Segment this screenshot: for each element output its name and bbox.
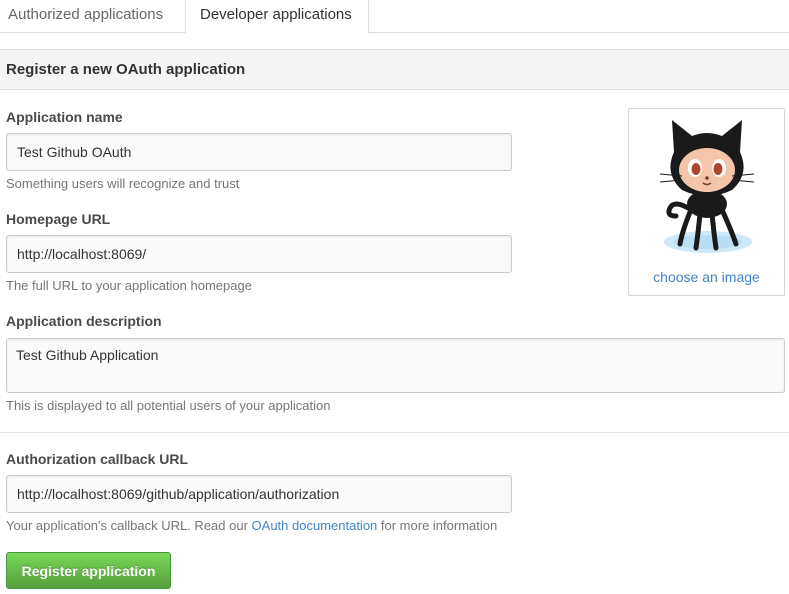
application-logo-box[interactable]: choose an image <box>628 108 785 296</box>
application-name-hint: Something users will recognize and trust <box>6 176 240 191</box>
section-divider <box>0 432 789 433</box>
application-description-label: Application description <box>6 313 162 329</box>
application-name-label: Application name <box>6 109 123 125</box>
homepage-url-label: Homepage URL <box>6 211 111 227</box>
panel-header: Register a new OAuth application <box>0 49 789 90</box>
callback-url-hint: Your application's callback URL. Read ou… <box>6 518 497 533</box>
callback-url-input[interactable] <box>6 475 512 513</box>
tab-authorized-applications[interactable]: Authorized applications <box>0 0 185 33</box>
application-description-hint: This is displayed to all potential users… <box>6 398 331 413</box>
panel-title: Register a new OAuth application <box>6 61 246 78</box>
oauth-documentation-link[interactable]: OAuth documentation <box>252 518 378 533</box>
homepage-url-hint: The full URL to your application homepag… <box>6 278 252 293</box>
application-name-input[interactable] <box>6 133 512 171</box>
callback-url-label: Authorization callback URL <box>6 451 189 467</box>
register-application-button[interactable]: Register application <box>6 552 171 589</box>
choose-image-link[interactable]: choose an image <box>629 269 784 285</box>
tab-developer-applications[interactable]: Developer applications <box>185 0 369 34</box>
application-description-textarea[interactable]: Test Github Application <box>6 338 785 393</box>
callback-hint-prefix: Your application's callback URL. Read ou… <box>6 518 252 533</box>
callback-hint-suffix: for more information <box>377 518 498 533</box>
tab-bar: Authorized applications Developer applic… <box>0 0 789 34</box>
octocat-icon <box>659 120 755 253</box>
homepage-url-input[interactable] <box>6 235 512 273</box>
